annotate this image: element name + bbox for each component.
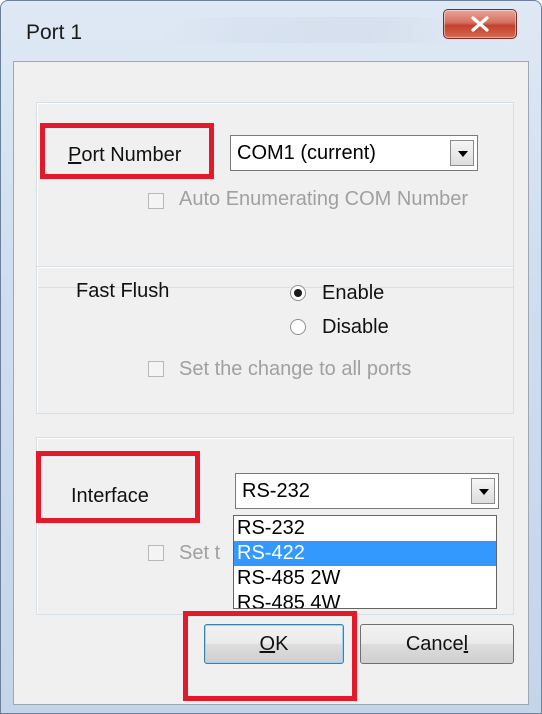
disable-radio[interactable] (290, 319, 306, 335)
set-all-ports-checkbox[interactable] (148, 361, 164, 377)
enable-label: Enable (322, 282, 385, 304)
chevron-down-icon (479, 489, 489, 495)
auto-enumerating-checkbox[interactable] (148, 193, 164, 209)
option-rs-485-2w[interactable]: RS-485 2W (234, 566, 496, 591)
interface-combo[interactable]: RS-232 (235, 473, 499, 509)
set-all-ports-label: Set the change to all ports (179, 358, 412, 380)
cancel-label-start: Cance (405, 633, 464, 655)
chevron-down-icon (458, 151, 468, 157)
port-number-highlight (40, 123, 214, 179)
disable-label: Disable (322, 316, 389, 338)
port-number-dropdown-arrow[interactable] (450, 140, 474, 166)
option-rs-422[interactable]: RS-422 (234, 541, 496, 566)
option-rs-485-4w[interactable]: RS-485 4W (234, 591, 496, 608)
enable-radio[interactable] (290, 285, 306, 301)
interface-set-all-partial-label: Set t (179, 542, 221, 564)
cancel-button[interactable]: Cancel (360, 624, 514, 664)
interface-value: RS-232 (242, 480, 310, 502)
fast-flush-label: Fast Flush (76, 280, 170, 302)
interface-set-all-checkbox[interactable] (148, 545, 164, 561)
close-icon (471, 16, 489, 32)
window-title: Port 1 (26, 21, 83, 44)
interface-dropdown-arrow[interactable] (471, 478, 495, 504)
interface-highlight (36, 451, 200, 523)
title-bar[interactable]: Port 1 (1, 1, 541, 47)
title-bar-background-blur (161, 17, 461, 43)
ok-button-highlight (183, 611, 357, 701)
cancel-mnemonic: l (463, 633, 469, 655)
close-button[interactable] (443, 9, 517, 39)
auto-enumerating-label: Auto Enumerating COM Number (179, 188, 469, 210)
port-number-value: COM1 (current) (237, 142, 376, 164)
interface-dropdown-list: RS-232 RS-422 RS-485 2W RS-485 4W (233, 515, 497, 609)
port-number-combo[interactable]: COM1 (current) (230, 135, 478, 171)
option-rs-232[interactable]: RS-232 (234, 516, 496, 541)
